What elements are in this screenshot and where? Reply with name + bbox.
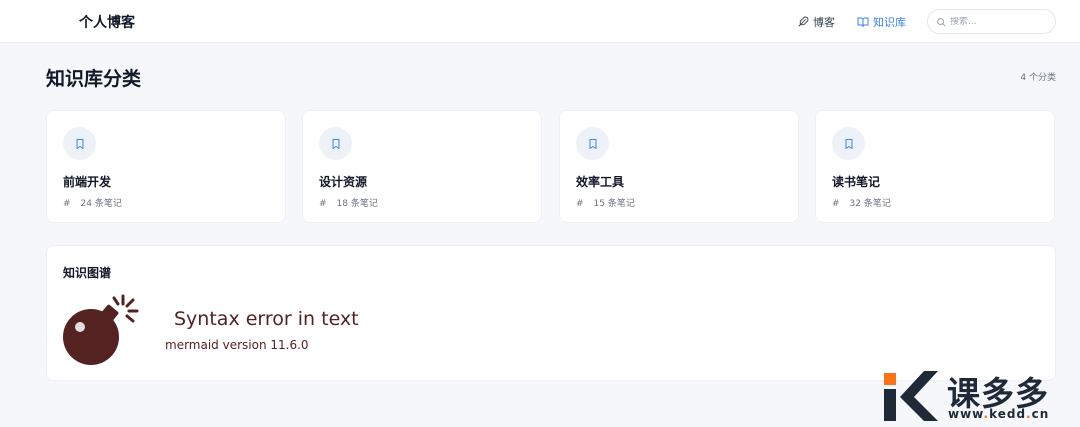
section-title: 知识图谱 — [63, 266, 112, 280]
feather-icon — [798, 16, 809, 27]
watermark: 课多多 www.kedd.cn — [880, 367, 1080, 427]
category-meta: #15 条笔记 — [576, 196, 635, 209]
hash-icon: # — [832, 199, 840, 209]
nav-item-label: 知识库 — [873, 15, 906, 29]
nav-item-blog[interactable]: 博客 — [798, 0, 835, 43]
category-name: 效率工具 — [576, 175, 625, 189]
category-meta: #32 条笔记 — [832, 196, 891, 209]
hash-icon: # — [576, 199, 584, 209]
category-name: 设计资源 — [319, 175, 368, 189]
nav-item-knowledge-base[interactable]: 知识库 — [857, 0, 906, 43]
search-input[interactable] — [950, 16, 1046, 27]
bookmark-icon — [63, 127, 96, 160]
watermark-url: www.kedd.cn — [948, 407, 1050, 421]
site-brand[interactable]: 个人博客 — [79, 12, 135, 32]
nav-item-label: 博客 — [813, 15, 835, 29]
hash-icon: # — [319, 199, 327, 209]
category-card[interactable]: 前端开发 #24 条笔记 — [46, 110, 286, 223]
category-name: 读书笔记 — [832, 175, 881, 189]
error-version: mermaid version 11.6.0 — [165, 338, 309, 352]
category-meta: #24 条笔记 — [63, 196, 122, 209]
category-card[interactable]: 读书笔记 #32 条笔记 — [815, 110, 1055, 223]
bomb-icon — [61, 291, 139, 373]
bookmark-icon — [576, 127, 609, 160]
watermark-logo-icon — [880, 369, 940, 427]
hash-icon: # — [63, 199, 71, 209]
page-title: 知识库分类 — [46, 68, 142, 90]
knowledge-graph-panel: 知识图谱 Syntax error in text mermaid versio… — [46, 245, 1056, 381]
book-open-icon — [857, 16, 869, 28]
note-count: 32 条笔记 — [849, 199, 891, 209]
note-count: 18 条笔记 — [336, 199, 378, 209]
category-name: 前端开发 — [63, 175, 112, 189]
top-nav-bar: 个人博客 博客 知识库 — [0, 0, 1080, 43]
bookmark-icon — [832, 127, 865, 160]
note-count: 15 条笔记 — [593, 199, 635, 209]
search-box[interactable] — [927, 9, 1056, 34]
error-title: Syntax error in text — [174, 308, 359, 330]
category-count: 4 个分类 — [1020, 73, 1056, 83]
category-card[interactable]: 设计资源 #18 条笔记 — [302, 110, 542, 223]
search-icon — [936, 12, 946, 31]
note-count: 24 条笔记 — [80, 199, 122, 209]
bookmark-icon — [319, 127, 352, 160]
category-card[interactable]: 效率工具 #15 条笔记 — [559, 110, 799, 223]
category-meta: #18 条笔记 — [319, 196, 378, 209]
